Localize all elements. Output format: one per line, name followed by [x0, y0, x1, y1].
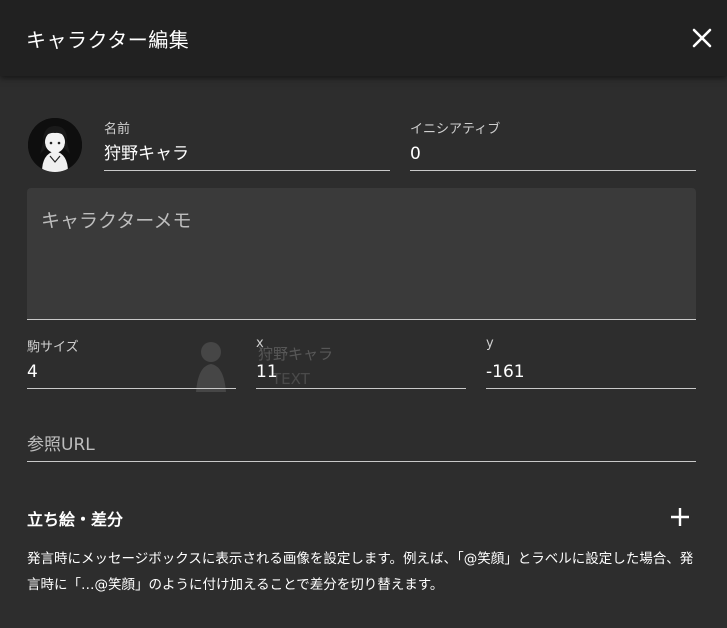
- reference-url-input[interactable]: 参照URL: [27, 426, 696, 462]
- character-memo-textarea[interactable]: キャラクターメモ: [27, 188, 696, 320]
- y-label: y: [486, 336, 494, 351]
- initiative-input[interactable]: 0: [410, 141, 696, 171]
- add-standing-image-button[interactable]: [668, 505, 692, 529]
- name-input[interactable]: 狩野キャラ: [104, 141, 390, 171]
- piece-size-label: 駒サイズ: [27, 340, 79, 355]
- x-label: x: [256, 336, 264, 351]
- character-edit-dialog: キャラクター編集 マイキャラクター一覧 狩野キャラ TEXT: [0, 0, 727, 628]
- character-avatar[interactable]: [28, 118, 82, 172]
- y-input[interactable]: -161: [486, 359, 696, 389]
- name-label: 名前: [104, 122, 131, 137]
- url-placeholder: 参照URL: [27, 435, 95, 455]
- piece-size-input[interactable]: 4: [27, 359, 236, 389]
- memo-placeholder: キャラクターメモ: [41, 210, 192, 232]
- character-portrait-icon: [28, 118, 82, 172]
- dialog-title: キャラクター編集: [26, 28, 190, 52]
- close-button[interactable]: [688, 24, 716, 52]
- initiative-label: イニシアティブ: [410, 122, 501, 137]
- x-input[interactable]: 11: [256, 359, 466, 389]
- standing-image-section-title: 立ち絵・差分: [27, 510, 124, 529]
- standing-image-description: 発言時にメッセージボックスに表示される画像を設定します。例えば、「@笑顔」とラベ…: [27, 551, 694, 593]
- plus-icon: [671, 508, 689, 526]
- close-icon: [692, 28, 712, 48]
- dialog-titlebar: キャラクター編集: [0, 0, 727, 76]
